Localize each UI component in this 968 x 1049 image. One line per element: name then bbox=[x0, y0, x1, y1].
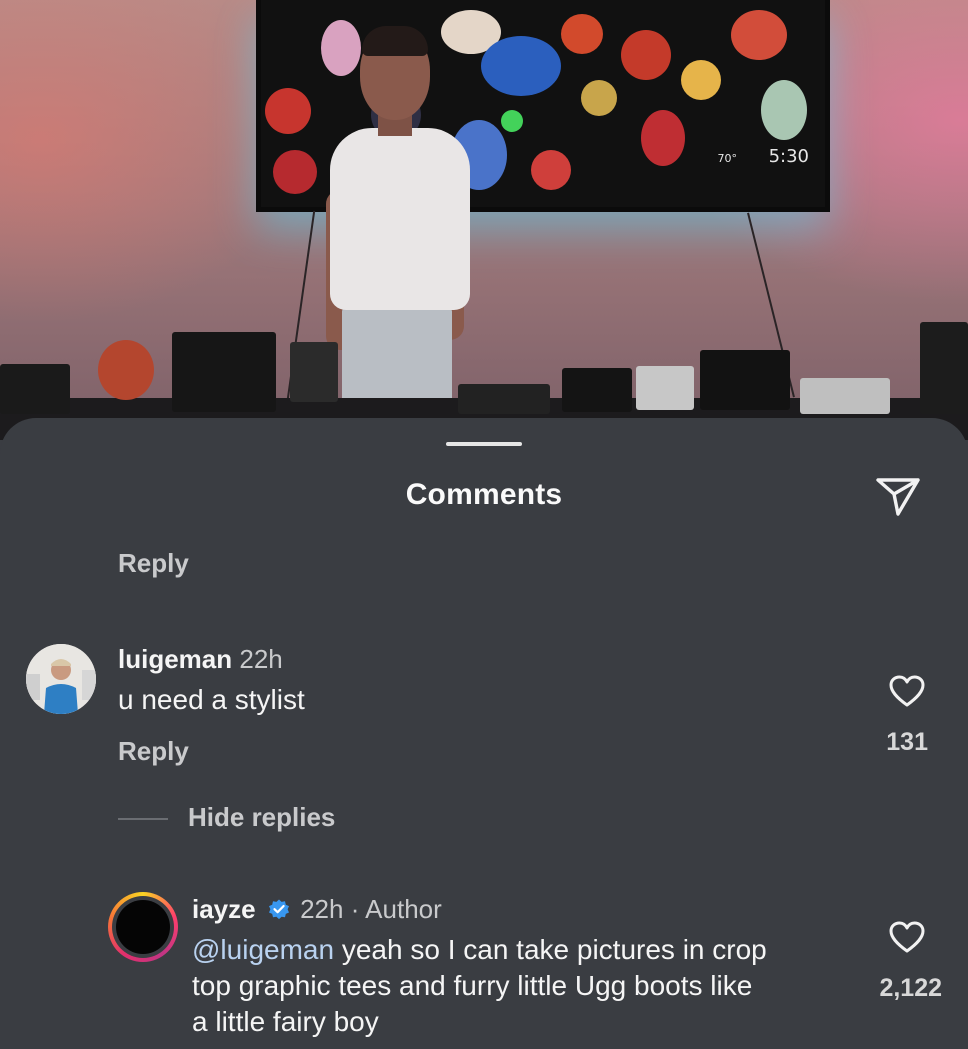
separator-dot: · bbox=[350, 894, 360, 924]
sheet-title: Comments bbox=[405, 478, 563, 511]
comments-sheet: Comments Reply luigeman 22h u need a sty… bbox=[0, 418, 968, 1049]
tv-temperature: 70° bbox=[717, 152, 738, 165]
reply-text-line: top graphic tees and furry little Ugg bo… bbox=[192, 970, 753, 1001]
like-count: 131 bbox=[886, 728, 928, 756]
paper-plane-icon[interactable] bbox=[874, 474, 922, 518]
replies-divider bbox=[118, 818, 168, 820]
hide-replies-button[interactable]: Hide replies bbox=[188, 802, 335, 833]
sheet-grabber[interactable] bbox=[446, 442, 522, 446]
username[interactable]: luigeman bbox=[118, 644, 232, 674]
avatar[interactable] bbox=[26, 644, 96, 714]
heart-outline-icon[interactable] bbox=[888, 674, 926, 708]
verified-badge-icon bbox=[268, 899, 289, 920]
like-count: 2,122 bbox=[879, 974, 942, 1002]
reply-text-line: a little fairy boy bbox=[192, 1006, 379, 1037]
comment-text: u need a stylist bbox=[118, 684, 305, 715]
avatar-story-ring[interactable] bbox=[108, 892, 178, 962]
author-label: Author bbox=[365, 894, 442, 924]
heart-outline-icon[interactable] bbox=[888, 920, 926, 954]
reply-header: iayze 22h · Author bbox=[192, 894, 442, 925]
reply-button[interactable]: Reply bbox=[118, 548, 189, 579]
reply-button[interactable]: Reply bbox=[118, 736, 189, 767]
comment-header: luigeman 22h bbox=[118, 644, 283, 675]
mention-link[interactable]: @luigeman bbox=[192, 934, 334, 965]
comment-time: 22h bbox=[239, 644, 283, 674]
reply-time: 22h bbox=[300, 894, 344, 924]
reply-text: @luigeman yeah so I can take pictures in… bbox=[192, 932, 862, 1040]
username[interactable]: iayze bbox=[192, 894, 256, 924]
reply-text-line: yeah so I can take pictures in crop bbox=[334, 934, 767, 965]
post-photo: 70° 5:30 bbox=[0, 0, 968, 440]
tv-clock: 5:30 bbox=[768, 146, 809, 167]
